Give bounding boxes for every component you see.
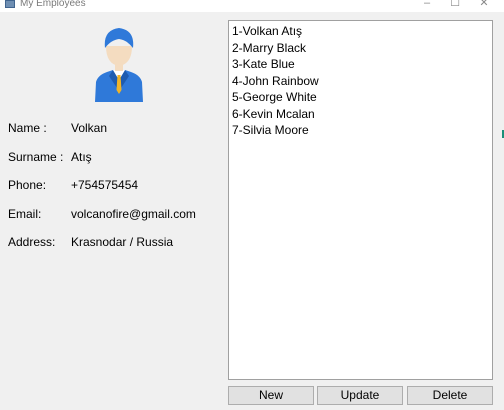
list-item[interactable]: 3-Kate Blue <box>229 56 492 73</box>
name-value: Volkan <box>71 121 108 135</box>
app-icon <box>5 0 15 8</box>
close-button[interactable]: ✕ <box>470 0 498 10</box>
surname-label: Surname : <box>8 150 64 164</box>
new-button[interactable]: New <box>228 386 314 405</box>
email-label: Email: <box>8 207 42 221</box>
phone-label: Phone: <box>8 178 47 192</box>
list-item[interactable]: 4-John Rainbow <box>229 73 492 90</box>
title-bar[interactable]: My Employees – ☐ ✕ <box>0 0 504 12</box>
employee-list[interactable]: 1-Volkan Atış 2-Marry Black 3-Kate Blue … <box>228 20 493 380</box>
update-button[interactable]: Update <box>317 386 403 405</box>
maximize-button[interactable]: ☐ <box>441 0 469 10</box>
surname-value: Atış <box>71 150 92 164</box>
email-value: volcanofire@gmail.com <box>71 207 196 221</box>
window-title: My Employees <box>20 0 86 9</box>
list-item[interactable]: 5-George White <box>229 89 492 106</box>
address-value: Krasnodar / Russia <box>71 235 174 249</box>
phone-value: +754575454 <box>71 178 139 192</box>
employee-avatar-icon <box>93 26 145 102</box>
delete-button[interactable]: Delete <box>407 386 493 405</box>
list-item[interactable]: 7-Silvia Moore <box>229 122 492 139</box>
list-item[interactable]: 2-Marry Black <box>229 40 492 57</box>
address-label: Address: <box>8 235 56 249</box>
list-item[interactable]: 6-Kevin Mcalan <box>229 106 492 123</box>
minimize-button[interactable]: – <box>413 0 441 10</box>
name-label: Name : <box>8 121 47 135</box>
list-item[interactable]: 1-Volkan Atış <box>229 23 492 40</box>
